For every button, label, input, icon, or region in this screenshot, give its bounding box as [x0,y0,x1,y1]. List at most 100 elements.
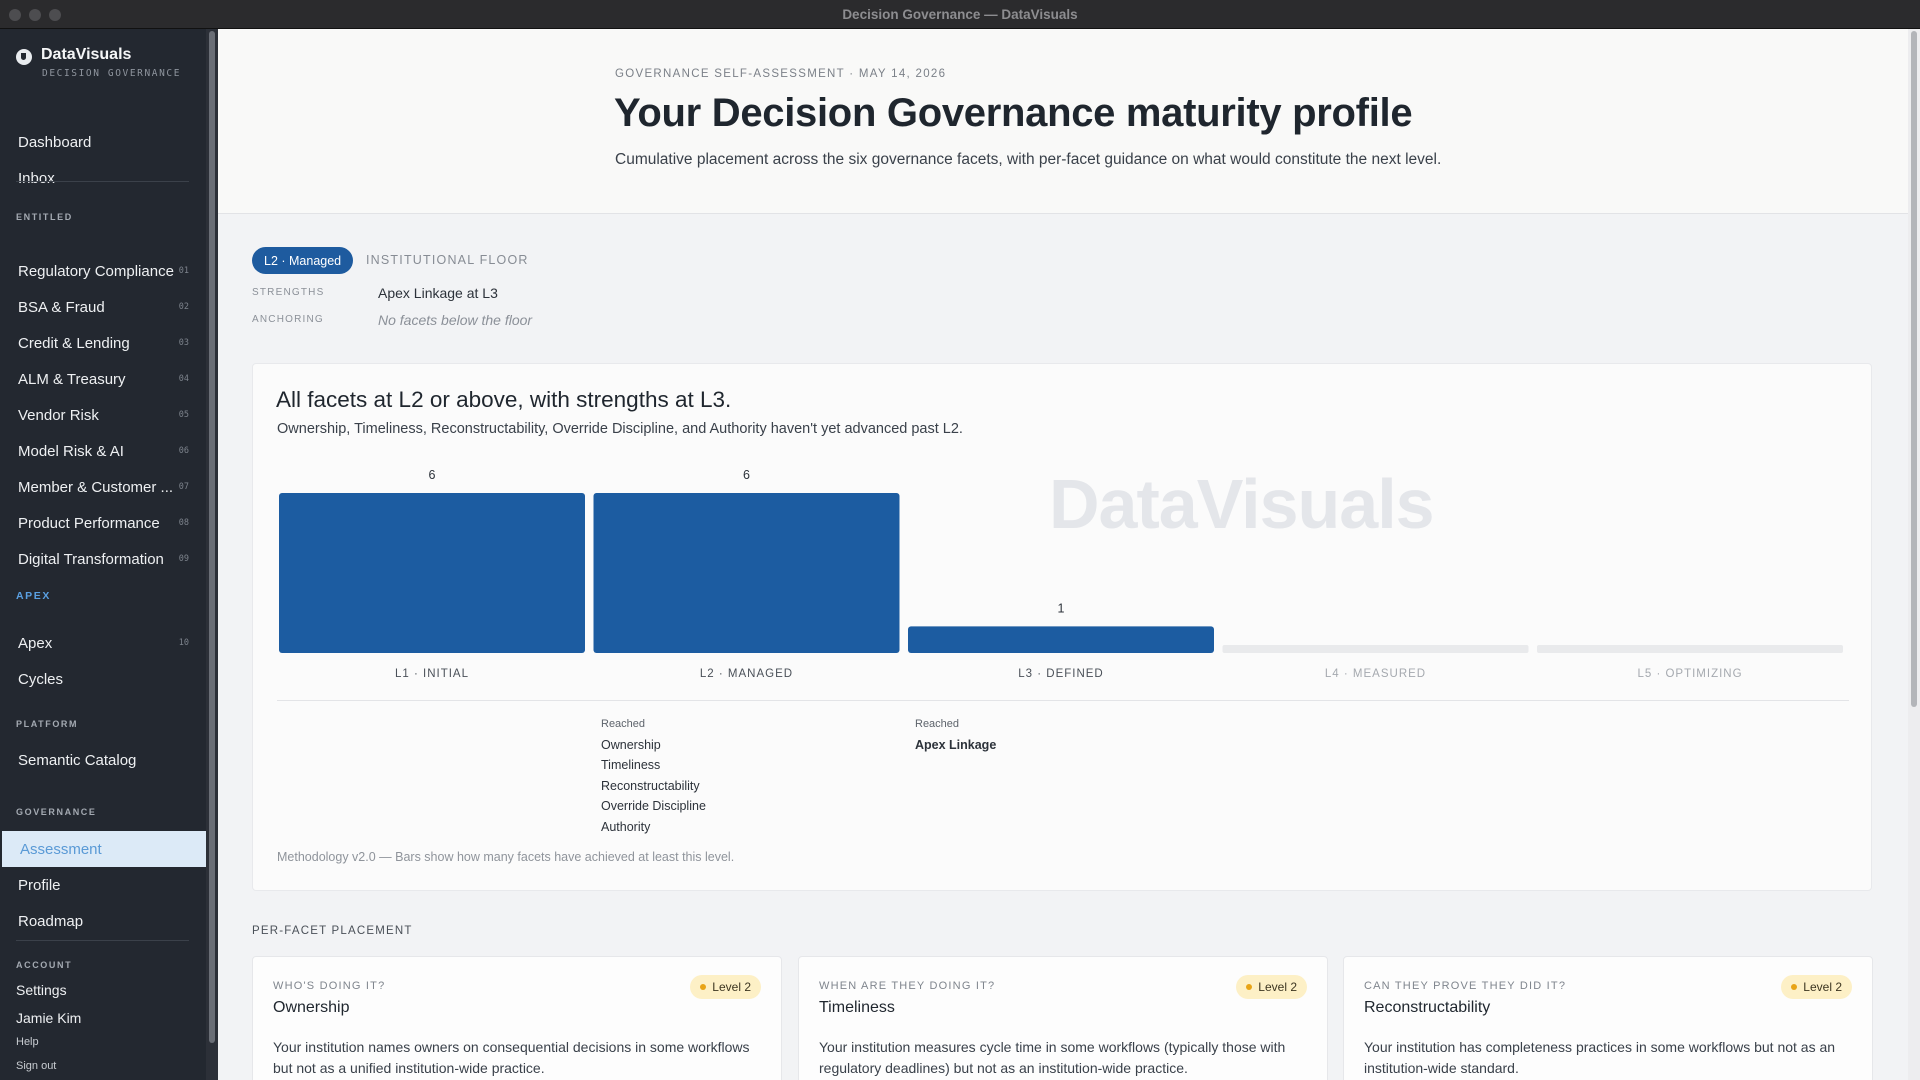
sidebar-item-number: 04 [178,374,189,384]
anchoring-value: No facets below the floor [378,312,533,328]
sidebar-item-product-performance[interactable]: Product Performance 08 [0,505,206,541]
reached-facet: Timeliness [601,758,661,772]
chart-category-label: L2 · MANAGED [700,668,793,680]
window-titlebar: Decision Governance — DataVisuals [0,0,1920,29]
help-link[interactable]: Help [16,1036,39,1048]
sidebar-item-dashboard[interactable]: Dashboard [0,124,206,160]
sidebar-item-bsa-fraud[interactable]: BSA & Fraud 02 [0,289,206,325]
facet-description: Your institution has completeness practi… [1364,1039,1836,1076]
chart-category-label: L4 · MEASURED [1325,668,1426,680]
facet-card-reconstructability[interactable]: CAN THEY PROVE THEY DID IT? Reconstructa… [1343,956,1873,1080]
facet-level-badge: Level 2 [690,975,761,999]
chart-divider [277,700,1849,701]
sidebar-item-number: 05 [178,410,189,420]
maturity-bar-chart: 6 L1 · INITIAL 6 L2 · MANAGED 1 L3 · DEFINED L… [279,468,1843,680]
facet-card-ownership[interactable]: WHO'S DOING IT? Ownership Level 2 Your i… [252,956,782,1080]
facet-question: CAN THEY PROVE THEY DID IT? [1364,980,1567,992]
strengths-value: Apex Linkage at L3 [378,285,498,301]
sidebar-item-profile[interactable]: Profile [0,867,206,903]
facet-question: WHO'S DOING IT? [273,980,386,992]
chart-category-label: L3 · DEFINED [1018,668,1104,680]
chart-bar-empty [1537,645,1843,653]
sidebar-scrollbar[interactable] [206,29,218,1080]
sidebar-item-label: Roadmap [18,912,84,930]
sidebar-item-vendor-risk[interactable]: Vendor Risk 05 [0,397,206,433]
sidebar-item-model-risk-ai[interactable]: Model Risk & AI 06 [0,433,206,469]
sidebar-item-number: 06 [178,446,189,456]
sidebar-divider [16,940,189,941]
sidebar-item-number: 01 [178,266,189,276]
sidebar-item-semantic-catalog[interactable]: Semantic Catalog [0,742,206,778]
strengths-key: STRENGTHS [252,287,325,298]
sidebar-item-label: Profile [18,876,61,894]
main-scrollbar-thumb[interactable] [1911,31,1917,707]
sidebar-item-number: 09 [178,554,189,564]
sidebar-item-label: Inbox [18,169,55,187]
sidebar-scrollbar-thumb[interactable] [209,31,215,1043]
chart-bar [593,493,900,653]
sign-out-link[interactable]: Sign out [16,1060,56,1072]
reached-facet: Authority [601,819,651,834]
sidebar-item-member-customer[interactable]: Member & Customer ... 07 [0,469,206,505]
sidebar-item-number: 10 [178,638,189,648]
user-name[interactable]: Jamie Kim [16,1010,81,1026]
anchoring-key: ANCHORING [252,314,324,325]
chart-bar [908,626,1214,653]
page-eyebrow: GOVERNANCE SELF-ASSESSMENT · MAY 14, 202… [615,68,947,80]
facet-name: Timeliness [819,999,895,1016]
sidebar-item-roadmap[interactable]: Roadmap [0,903,206,939]
brand-logo-icon [16,49,32,65]
window-title: Decision Governance — DataVisuals [842,7,1078,22]
sidebar-item-label: Product Performance [18,514,160,532]
chart-data-label: 6 [743,468,750,482]
page-header: GOVERNANCE SELF-ASSESSMENT · MAY 14, 202… [218,29,1910,214]
facet-level-badge: Level 2 [1781,975,1852,999]
maturity-summary-card: All facets at L2 or above, with strength… [252,363,1872,891]
sidebar-item-apex[interactable]: Apex 10 [0,625,206,661]
per-facet-section-label: PER-FACET PLACEMENT [252,925,413,937]
sidebar-item-label: Semantic Catalog [18,751,137,769]
chart-category-label: L1 · INITIAL [395,668,469,680]
brand-subtitle: DECISION GOVERNANCE [42,68,182,79]
sidebar-item-settings[interactable]: Settings [16,982,67,998]
facet-name: Ownership [273,999,350,1016]
section-label-account: ACCOUNT [16,960,73,970]
institutional-floor-label: INSTITUTIONAL FLOOR [366,253,529,267]
reached-facet: Reconstructability [601,778,700,793]
sidebar-item-number: 07 [178,482,189,492]
sidebar-item-credit-lending[interactable]: Credit & Lending 03 [0,325,206,361]
sidebar-item-label: Dashboard [18,133,92,151]
sidebar-item-inbox[interactable]: Inbox [0,160,206,196]
sidebar-item-label: ALM & Treasury [18,370,126,388]
sidebar-item-label: Cycles [18,670,64,688]
facet-card-timeliness[interactable]: WHEN ARE THEY DOING IT? Timeliness Level… [798,956,1328,1080]
sidebar-item-label: Digital Transformation [18,550,164,568]
chart-bar-empty [1222,645,1529,653]
page-lede: Cumulative placement across the six gove… [615,151,1442,168]
sidebar-item-cycles[interactable]: Cycles [0,661,206,697]
sidebar-item-label: Member & Customer ... [18,478,174,496]
sidebar-item-alm-treasury[interactable]: ALM & Treasury 04 [0,361,206,397]
reached-list-l3: Reached Apex Linkage [915,714,996,755]
page-title: Your Decision Governance maturity profil… [614,91,1413,135]
facet-level-badge: Level 2 [1236,975,1307,999]
chart-category-label: L5 · OPTIMIZING [1637,668,1742,680]
methodology-note: Methodology v2.0 — Bars show how many fa… [277,850,735,864]
main-content: GOVERNANCE SELF-ASSESSMENT · MAY 14, 202… [218,29,1910,1080]
facet-question: WHEN ARE THEY DOING IT? [819,980,996,992]
main-scrollbar[interactable] [1908,29,1920,1080]
section-label-apex: APEX [16,590,51,602]
reached-label: Reached [915,718,960,730]
brand-name: DataVisuals [41,46,132,63]
facet-description: Your institution measures cycle time in … [819,1039,1286,1076]
sidebar-item-label: Regulatory Compliance [18,262,174,280]
sidebar-item-label: Model Risk & AI [18,442,124,460]
sidebar-item-assessment[interactable]: Assessment [2,831,206,867]
sidebar-item-regulatory-compliance[interactable]: Regulatory Compliance 01 [0,253,206,289]
sidebar-item-number: 03 [178,338,189,348]
section-label-governance: GOVERNANCE [16,807,97,817]
sidebar-item-number: 02 [178,302,189,312]
sidebar-item-digital-transformation[interactable]: Digital Transformation 09 [0,541,206,577]
section-label-platform: PLATFORM [16,719,79,729]
facet-name: Reconstructability [1364,999,1491,1016]
